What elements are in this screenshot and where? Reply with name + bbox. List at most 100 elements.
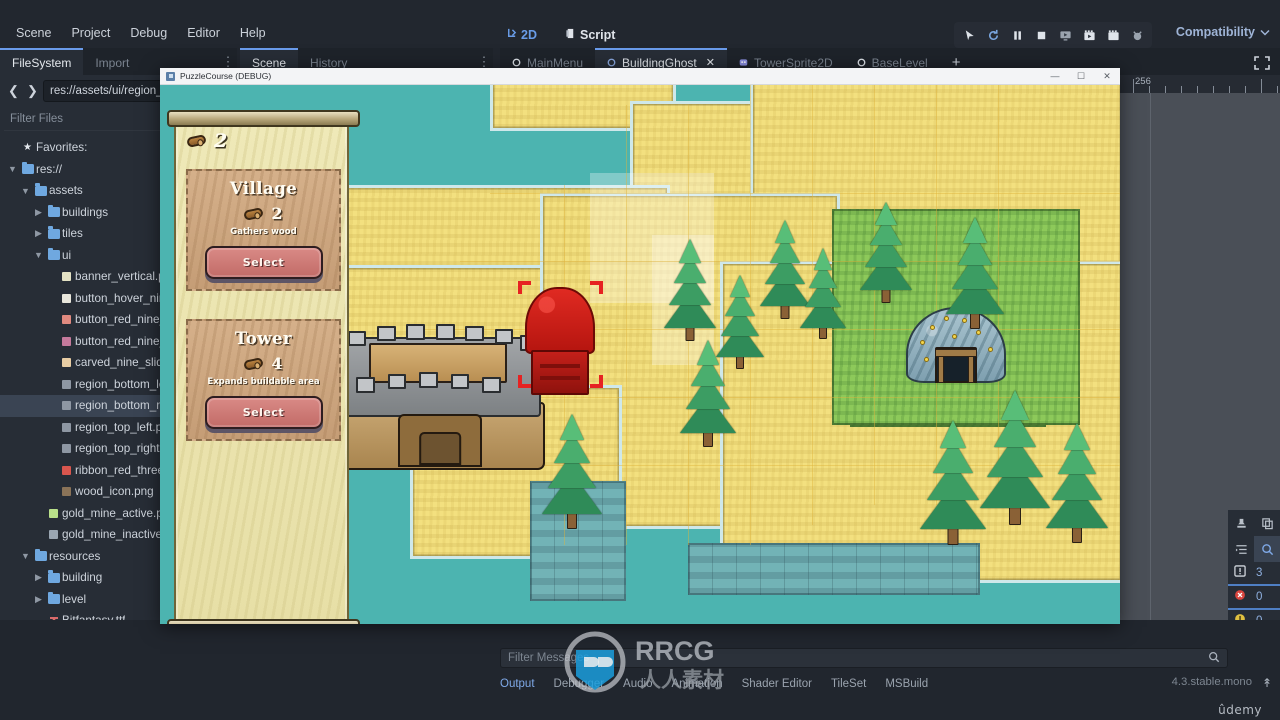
card-description: Gathers wood	[230, 227, 297, 237]
ruler-tick	[1197, 86, 1198, 93]
copy-icon[interactable]	[1254, 510, 1280, 536]
menu-project[interactable]: Project	[61, 21, 120, 45]
renderer-selector[interactable]: Compatibility	[1176, 25, 1270, 39]
filesystem-item-label: gold_mine_active.png	[62, 506, 176, 520]
pine-tree[interactable]	[946, 211, 1004, 329]
folder-icon	[45, 570, 62, 583]
menu-debug[interactable]: Debug	[120, 21, 177, 45]
image-icon	[58, 272, 75, 282]
bottom-tab-animation[interactable]: Animation	[671, 678, 722, 690]
game-viewport[interactable]: 2 Village 2 Gathers wood Select Tower 4 …	[160, 85, 1120, 624]
maximize-button[interactable]: ☐	[1068, 68, 1094, 85]
pine-tree[interactable]	[680, 335, 736, 447]
expand-icon[interactable]	[1254, 56, 1270, 70]
chevron-right-icon[interactable]: ▶	[32, 207, 45, 218]
game-window-controls: — ☐ ✕	[1042, 68, 1120, 85]
image-icon	[58, 358, 75, 368]
chevron-right-icon[interactable]: ▶	[32, 594, 45, 605]
minimize-button[interactable]: —	[1042, 68, 1068, 85]
inspector-tools-row-2	[1228, 536, 1280, 562]
wood-log-icon	[243, 206, 265, 221]
selection-corner-top-right	[590, 281, 603, 294]
ruler-label: 256	[1135, 76, 1151, 87]
tab-import[interactable]: Import	[83, 48, 141, 75]
chevron-right-icon[interactable]: ▶	[32, 572, 45, 583]
pine-tree[interactable]	[800, 243, 846, 339]
filesystem-item-label: ui	[62, 248, 72, 262]
card-cost: 2	[188, 204, 339, 223]
image-icon	[58, 315, 75, 325]
errors-counter[interactable]: 0	[1228, 586, 1280, 610]
menu-help[interactable]: Help	[230, 21, 276, 45]
bottom-tab-debugger[interactable]: Debugger	[554, 678, 605, 690]
pine-tree[interactable]	[1046, 417, 1108, 543]
filesystem-item-label: gold_mine_inactive.p	[62, 528, 172, 542]
chevron-right-icon[interactable]: ▶	[32, 228, 45, 239]
image-icon	[58, 422, 75, 432]
wood-resource-display: 2	[186, 130, 227, 152]
selection-corner-bottom-left	[518, 375, 531, 388]
pine-tree[interactable]	[920, 415, 986, 545]
pine-tree[interactable]	[542, 409, 602, 529]
close-button[interactable]: ✕	[1094, 68, 1120, 85]
bottom-tab-audio[interactable]: Audio	[623, 678, 652, 690]
filesystem-item-label: res://	[36, 162, 62, 176]
game-window-titlebar[interactable]: PuzzleCourse (DEBUG) — ☐ ✕	[160, 68, 1120, 85]
building-card-village[interactable]: Village 2 Gathers wood Select	[186, 169, 341, 291]
stop-icon[interactable]	[1030, 24, 1052, 46]
filter-messages-input[interactable]: Filter Messages	[500, 648, 1228, 668]
search-icon[interactable]	[1254, 536, 1280, 562]
movie-camera-icon[interactable]	[1102, 24, 1124, 46]
bottom-tab-shader-editor[interactable]: Shader Editor	[742, 678, 812, 690]
chevron-right-icon[interactable]: ❯	[24, 81, 41, 101]
menu-editor[interactable]: Editor	[177, 21, 230, 45]
image-icon	[58, 487, 75, 497]
chevron-down-icon[interactable]: ▼	[6, 164, 19, 174]
mode-2d-label: 2D	[521, 28, 537, 42]
warnings-count-value: 3	[1256, 567, 1263, 579]
select-tower-button[interactable]: Select	[204, 396, 323, 429]
collapse-tree-icon[interactable]	[1228, 536, 1254, 562]
menu-scene[interactable]: Scene	[6, 21, 61, 45]
play-icon[interactable]	[958, 24, 980, 46]
ruler-tick	[1149, 86, 1150, 93]
folder-icon	[19, 161, 36, 175]
toggle-system-console-icon[interactable]: ↟	[1262, 676, 1272, 690]
filesystem-item-label: region_bottom_left	[75, 377, 172, 391]
pine-tree[interactable]	[980, 385, 1050, 525]
mode-script-button[interactable]: Script	[557, 24, 623, 46]
castle-building[interactable]	[335, 315, 545, 470]
bottom-tab-msbuild[interactable]: MSBuild	[885, 678, 928, 690]
build-menu-panel[interactable]: 2 Village 2 Gathers wood Select Tower 4 …	[167, 110, 360, 624]
chevron-left-icon[interactable]: ❮	[5, 81, 22, 101]
mode-2d-button[interactable]: 2D	[498, 24, 545, 46]
pause-icon[interactable]	[1006, 24, 1028, 46]
pine-tree[interactable]	[664, 233, 716, 341]
reload-icon[interactable]	[982, 24, 1004, 46]
building-ghost-preview[interactable]	[525, 287, 595, 395]
filesystem-item-label: buildings	[62, 205, 109, 219]
running-game-window[interactable]: PuzzleCourse (DEBUG) — ☐ ✕ 2 Village 2 G…	[160, 68, 1120, 624]
search-icon[interactable]	[1208, 651, 1220, 666]
building-card-tower[interactable]: Tower 4 Expands buildable area Select	[186, 319, 341, 441]
selection-corner-top-left	[518, 281, 531, 294]
tab-filesystem[interactable]: FileSystem	[0, 48, 84, 75]
image-icon	[58, 444, 75, 454]
chevron-down-icon[interactable]: ▼	[19, 186, 32, 196]
select-village-button[interactable]: Select	[204, 246, 323, 279]
bottom-tab-tileset[interactable]: TileSet	[831, 678, 866, 690]
pine-tree[interactable]	[860, 197, 912, 303]
wood-log-icon	[186, 134, 207, 148]
bottom-panel	[0, 620, 1280, 720]
card-title: Village	[229, 179, 298, 198]
remote-debug-icon[interactable]	[1126, 24, 1148, 46]
bottom-tab-output[interactable]: Output	[500, 678, 535, 690]
chevron-down-icon[interactable]: ▼	[19, 551, 32, 561]
warnings-counter[interactable]: 3	[1228, 562, 1280, 586]
play-scene-icon[interactable]	[1054, 24, 1076, 46]
grid-line	[626, 105, 627, 545]
play-custom-icon[interactable]	[1078, 24, 1100, 46]
card-description: Expands buildable area	[207, 377, 320, 387]
chevron-down-icon[interactable]: ▼	[32, 250, 45, 260]
stamp-icon[interactable]	[1228, 510, 1254, 536]
